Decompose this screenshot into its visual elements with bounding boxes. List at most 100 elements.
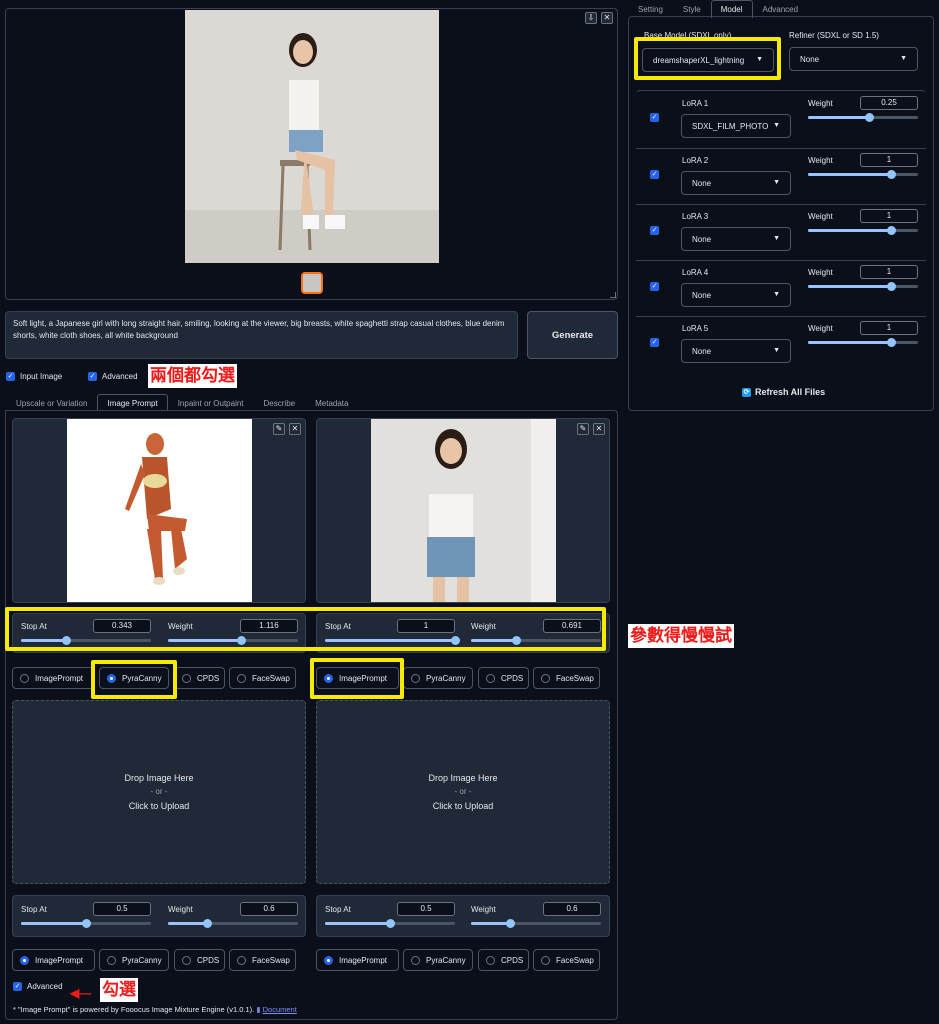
radio-faceswap[interactable]: FaceSwap: [533, 949, 600, 971]
lora-model-dropdown[interactable]: None ▼: [681, 227, 791, 251]
prompt-input[interactable]: Soft light, a Japanese girl with long st…: [5, 311, 518, 359]
checkmark-icon: ✓: [13, 982, 22, 991]
weight-slider[interactable]: Weight 0.6: [471, 902, 601, 929]
generated-image[interactable]: [185, 10, 439, 263]
image-prompt-2[interactable]: ✎ ✕: [316, 418, 610, 603]
edit-icon[interactable]: ✎: [577, 423, 589, 435]
caret-down-icon: ▼: [773, 122, 780, 129]
lora-model-dropdown[interactable]: None ▼: [681, 283, 791, 307]
advanced-checkbox[interactable]: ✓ Advanced: [88, 372, 138, 381]
input-image-checkbox[interactable]: ✓ Input Image: [6, 372, 62, 381]
resize-handle[interactable]: [610, 292, 616, 298]
annotation-params: 參數得慢慢試: [628, 624, 734, 648]
radio-pyracanny[interactable]: PyraCanny: [99, 949, 169, 971]
generate-button[interactable]: Generate: [527, 311, 618, 359]
dropdown-value: None: [692, 346, 712, 356]
radio-dot: [541, 955, 550, 965]
slider-value[interactable]: 1: [860, 321, 918, 335]
refiner-dropdown[interactable]: None ▼: [789, 47, 918, 71]
slider-label: Stop At: [325, 905, 351, 914]
radio-dot: [182, 955, 191, 965]
radio-cpds[interactable]: CPDS: [174, 667, 225, 689]
radio-cpds[interactable]: CPDS: [478, 949, 529, 971]
download-icon[interactable]: ⇩: [585, 12, 597, 24]
lora-model-dropdown[interactable]: SDXL_FILM_PHOTOG ▼: [681, 114, 791, 138]
radio-cpds[interactable]: CPDS: [174, 949, 225, 971]
caret-down-icon: ▼: [773, 235, 780, 242]
close-icon[interactable]: ✕: [601, 12, 613, 24]
dropdown-value: None: [692, 178, 712, 188]
slider-value[interactable]: 0.5: [397, 902, 455, 916]
close-icon[interactable]: ✕: [593, 423, 605, 435]
radio-faceswap[interactable]: FaceSwap: [229, 949, 296, 971]
radio-pyracanny[interactable]: PyraCanny: [403, 949, 473, 971]
radio-cpds[interactable]: CPDS: [478, 667, 529, 689]
lora-weight-slider[interactable]: Weight 1: [808, 153, 918, 180]
slider-value[interactable]: 0.5: [93, 902, 151, 916]
lora-label: LoRA 4: [682, 268, 709, 277]
image-drop-zone[interactable]: Drop Image Here - or - Click to Upload: [12, 700, 306, 884]
radio-label: PyraCanny: [426, 955, 466, 965]
lora-enable-checkbox[interactable]: ✓: [650, 282, 659, 291]
slider-value[interactable]: 1: [860, 209, 918, 223]
edit-icon[interactable]: ✎: [273, 423, 285, 435]
radio-dot: [411, 673, 420, 683]
radio-faceswap[interactable]: FaceSwap: [229, 667, 296, 689]
dropdown-value: None: [692, 290, 712, 300]
stop-at-slider[interactable]: Stop At 0.5: [21, 902, 151, 929]
radio-dot: [237, 955, 246, 965]
slider-value[interactable]: 0.6: [543, 902, 601, 916]
document-link[interactable]: Document: [263, 1005, 297, 1014]
radio-dot: [20, 673, 29, 683]
slider-value[interactable]: 0.6: [240, 902, 298, 916]
radio-dot: [237, 673, 246, 683]
caret-down-icon: ▼: [773, 347, 780, 354]
dropdown-value: None: [800, 54, 820, 64]
footer-text: * "Image Prompt" is powered by Fooocus I…: [13, 1005, 255, 1014]
advanced-image-prompt-checkbox[interactable]: ✓ Advanced: [13, 982, 63, 991]
radio-dot: [324, 955, 333, 965]
lora-weight-slider[interactable]: Weight 1: [808, 321, 918, 348]
slider-value[interactable]: 1: [860, 153, 918, 167]
lora-enable-checkbox[interactable]: ✓: [650, 170, 659, 179]
radio-dot: [486, 955, 495, 965]
checkbox-label: Input Image: [20, 372, 63, 381]
arrow-left-icon: ◀—: [70, 986, 92, 1000]
slider-label: Weight: [808, 156, 833, 165]
radio-label: CPDS: [501, 673, 524, 683]
weight-slider[interactable]: Weight 0.6: [168, 902, 298, 929]
radio-faceswap[interactable]: FaceSwap: [533, 667, 600, 689]
highlight-sliders: [5, 607, 606, 651]
lora-label: LoRA 1: [682, 99, 709, 108]
upload-text: Click to Upload: [128, 801, 190, 811]
lora-label: LoRA 3: [682, 212, 709, 221]
close-icon[interactable]: ✕: [289, 423, 301, 435]
lora-row: ✓ LoRA 3 None ▼ Weight 1: [636, 204, 926, 260]
radio-imageprompt[interactable]: ImagePrompt: [12, 949, 95, 971]
lora-weight-slider[interactable]: Weight 1: [808, 209, 918, 236]
drop-or: - or -: [454, 787, 472, 796]
lora-row: ✓ LoRA 2 None ▼ Weight 1: [636, 148, 926, 204]
lora-enable-checkbox[interactable]: ✓: [650, 338, 659, 347]
radio-label: PyraCanny: [426, 673, 466, 683]
lora-model-dropdown[interactable]: None ▼: [681, 171, 791, 195]
refresh-button[interactable]: ⟳ Refresh All Files: [742, 387, 825, 397]
lora-weight-slider[interactable]: Weight 0.25: [808, 96, 918, 123]
radio-imageprompt[interactable]: ImagePrompt: [316, 949, 399, 971]
slider-label: Weight: [808, 324, 833, 333]
slider-value[interactable]: 1: [860, 265, 918, 279]
lora-weight-slider[interactable]: Weight 1: [808, 265, 918, 292]
lora-enable-checkbox[interactable]: ✓: [650, 226, 659, 235]
image-drop-zone[interactable]: Drop Image Here - or - Click to Upload: [316, 700, 610, 884]
slider-value[interactable]: 0.25: [860, 96, 918, 110]
lora-model-dropdown[interactable]: None ▼: [681, 339, 791, 363]
image-prompt-1[interactable]: ✎ ✕: [12, 418, 306, 603]
annotation-both-checked: 兩個都勾選: [148, 364, 237, 388]
slider-label: Weight: [168, 905, 193, 914]
drop-text: Drop Image Here: [124, 773, 194, 783]
lora-enable-checkbox[interactable]: ✓: [650, 113, 659, 122]
stop-at-slider[interactable]: Stop At 0.5: [325, 902, 455, 929]
radio-imageprompt[interactable]: ImagePrompt: [12, 667, 95, 689]
gallery-thumbnail[interactable]: [301, 272, 323, 294]
radio-pyracanny[interactable]: PyraCanny: [403, 667, 473, 689]
